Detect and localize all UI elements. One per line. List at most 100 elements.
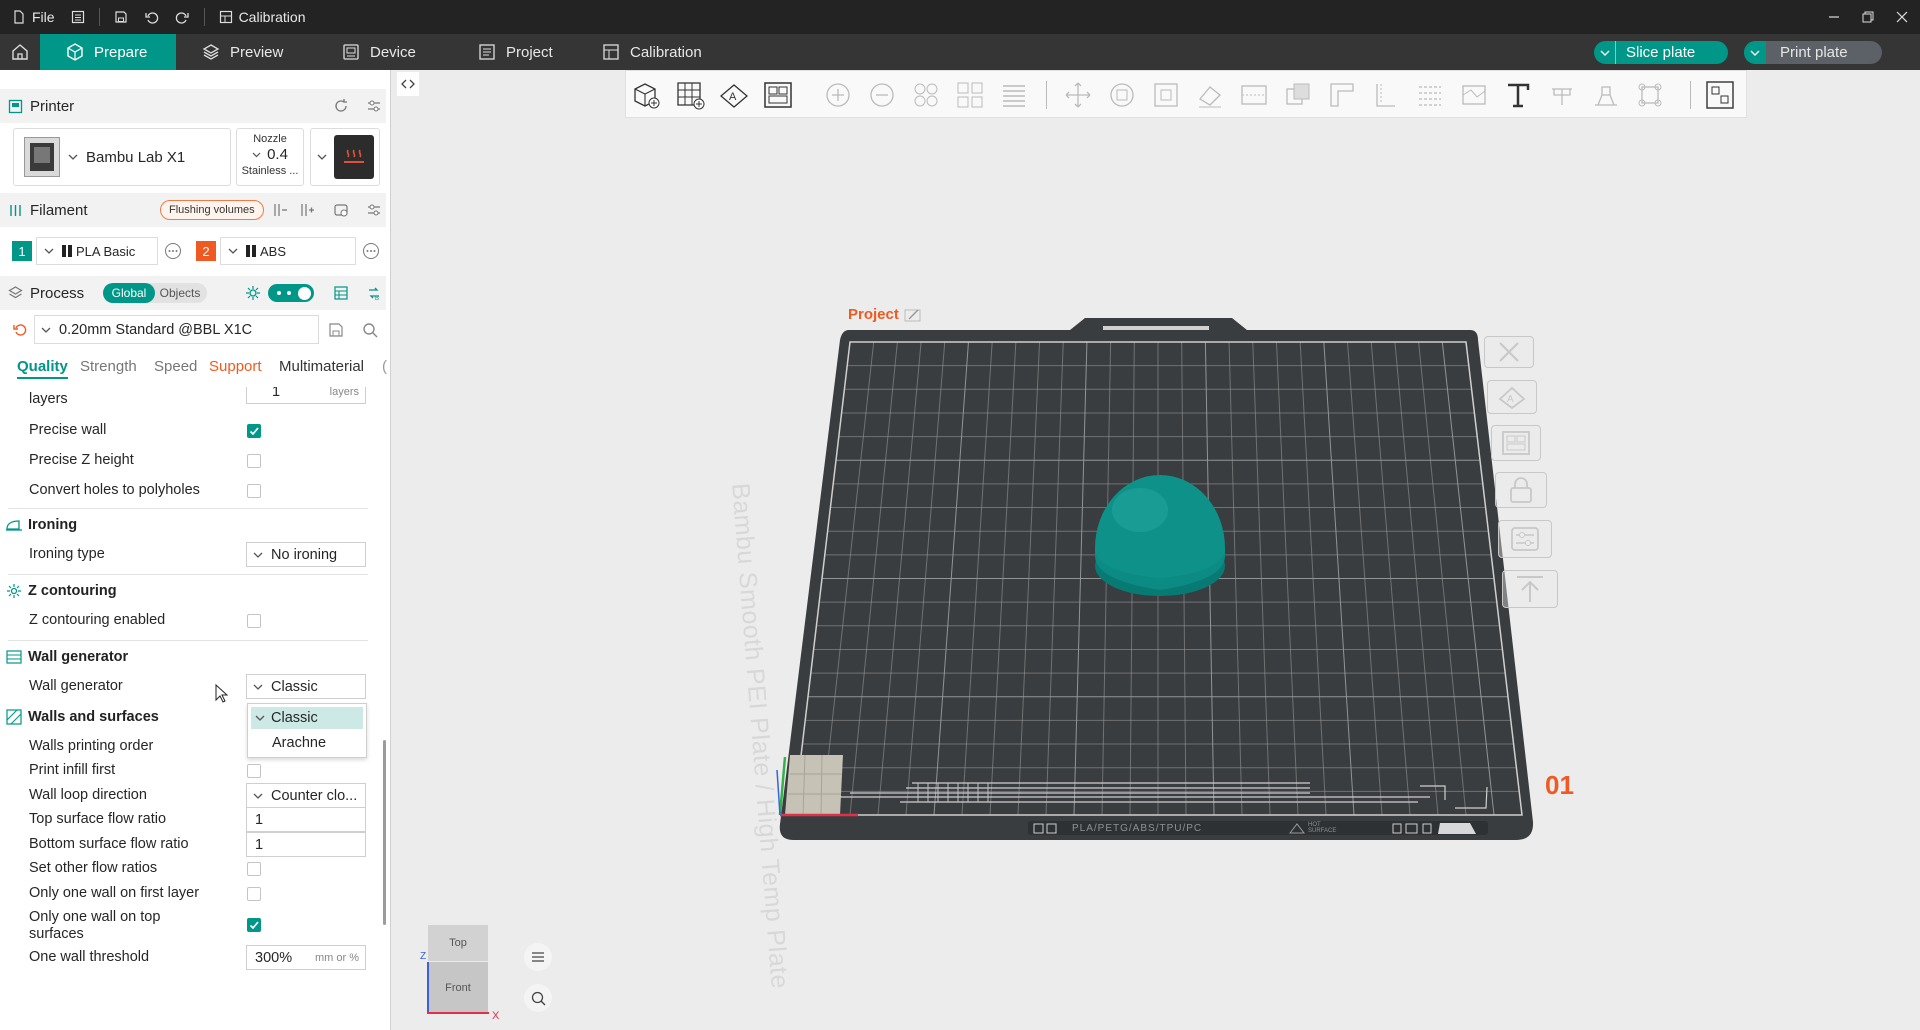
zoom-search-icon[interactable] [524,984,552,1012]
bottom-flow-input[interactable]: 1 [246,832,366,857]
tab-multimaterial[interactable]: Multimaterial [279,358,364,375]
move-icon[interactable] [1061,79,1095,111]
split-parts-icon[interactable] [953,79,987,111]
nozzle-select[interactable]: Nozzle 0.4 Stainless ... [236,128,304,186]
tab-preview[interactable]: Preview [186,34,299,70]
dropdown-option-classic[interactable]: Classic [251,707,363,729]
tab-prepare[interactable]: Prepare [40,34,176,70]
wall-loop-direction-select[interactable]: Counter clo... [246,783,366,808]
filament-sync-icon[interactable] [333,202,349,218]
more-options-icon[interactable] [362,242,380,260]
remove-instance-icon[interactable] [865,79,899,111]
printer-select[interactable]: Bambu Lab X1 [13,128,231,186]
undo-icon[interactable] [136,0,167,34]
home-icon[interactable] [0,34,40,70]
tab-support[interactable]: Support [209,358,262,375]
search-icon[interactable] [362,322,378,338]
redo-icon[interactable] [167,0,198,34]
add-filament-icon[interactable] [299,202,315,218]
filament-slot-1[interactable]: 1 PLA Basic [12,237,182,265]
viewport-3d[interactable]: Project Bambu Smooth PEI Plate / High Te… [391,118,1920,1030]
orient-plate-icon[interactable]: A [1487,380,1537,414]
assembly-icon[interactable] [1545,79,1579,111]
settings-sliders-icon[interactable] [366,202,382,218]
infill-first-checkbox[interactable] [247,764,261,778]
plate-settings-icon[interactable] [1498,520,1552,558]
edit-icon[interactable] [904,308,922,322]
slice-plate-button[interactable]: Slice plate [1594,41,1728,64]
reset-icon[interactable] [12,322,28,338]
cube-front-face[interactable]: Front [428,962,488,1013]
add-plate-icon[interactable] [673,79,707,111]
filament-slot-2[interactable]: 2 ABS [196,237,380,265]
advanced-toggle[interactable] [268,284,314,302]
other-flow-checkbox[interactable] [247,862,261,876]
one-wall-top-checkbox[interactable] [247,918,261,932]
calibration-menu[interactable]: Calibration [211,0,314,34]
tab-speed[interactable]: Speed [154,358,197,375]
split-objects-icon[interactable] [909,79,943,111]
fuzzy-skin-icon[interactable] [1413,79,1447,111]
lock-plate-icon[interactable] [1495,472,1547,508]
flushing-volumes-button[interactable]: Flushing volumes [160,200,264,220]
add-instance-icon[interactable] [821,79,855,111]
arrange-icon[interactable] [761,79,795,111]
view-cube[interactable]: Top Front Z X [420,925,499,1027]
variable-layer-icon[interactable] [997,79,1031,111]
add-object-icon[interactable] [629,79,663,111]
precise-z-checkbox[interactable] [247,454,261,468]
top-flow-input[interactable]: 1 [246,807,366,832]
split-view-icon[interactable] [1703,79,1737,111]
chevron-down-icon[interactable] [1594,41,1616,64]
plate-select[interactable] [310,128,380,186]
layers-input[interactable]: 1 layers [246,387,366,404]
precise-wall-checkbox[interactable] [247,424,261,438]
table-icon[interactable] [333,285,349,301]
support-paint-icon[interactable] [1325,79,1359,111]
global-option[interactable]: Global [103,283,155,303]
rotate-icon[interactable] [1105,79,1139,111]
project-label[interactable]: Project [848,306,922,323]
auto-orient-icon[interactable]: A [717,79,751,111]
tab-project[interactable]: Project [462,34,569,70]
one-wall-threshold-input[interactable]: 300% mm or % [246,945,366,970]
tab-quality[interactable]: Quality [17,358,68,379]
ironing-type-select[interactable]: No ironing [246,542,366,567]
save-icon[interactable] [106,0,136,34]
boolean-icon[interactable] [1281,79,1315,111]
remove-filament-icon[interactable] [272,202,288,218]
compare-icon[interactable] [245,285,261,301]
swap-icon[interactable]: B [366,285,382,301]
tab-overflow[interactable]: ( [382,358,387,375]
zcontour-enabled-checkbox[interactable] [247,614,261,628]
view-menu-icon[interactable] [524,943,552,971]
one-wall-first-checkbox[interactable] [247,887,261,901]
menu-icon[interactable] [63,0,93,34]
sync-icon[interactable] [333,98,349,114]
file-menu[interactable]: File [0,0,63,34]
tab-strength[interactable]: Strength [80,358,137,375]
cut-icon[interactable] [1237,79,1271,111]
tab-calibration[interactable]: Calibration [586,34,718,70]
process-preset-select[interactable]: 0.20mm Standard @BBL X1C [34,315,319,344]
text-tool-icon[interactable] [1501,79,1535,111]
lay-on-face-icon[interactable] [1193,79,1227,111]
wall-generator-select[interactable]: Classic [246,674,366,699]
collapse-sidebar-icon[interactable] [397,72,419,96]
arrange-plate-icon[interactable] [1491,425,1541,461]
scale-icon[interactable] [1149,79,1183,111]
objects-option[interactable]: Objects [155,286,205,300]
more-options-icon[interactable] [164,242,182,260]
brim-ears-icon[interactable] [1633,79,1667,111]
global-objects-toggle[interactable]: Global Objects [103,283,207,303]
sidebar-scrollbar[interactable] [383,740,386,925]
holes-polyholes-checkbox[interactable] [247,484,261,498]
cube-top-face[interactable]: Top [428,925,488,961]
measure-icon[interactable] [1457,79,1491,111]
close-icon[interactable] [1880,0,1920,34]
seam-paint-icon[interactable] [1369,79,1403,111]
chevron-down-icon[interactable] [1744,41,1766,64]
print-plate-button[interactable]: Print plate [1744,41,1882,64]
tab-device[interactable]: Device [326,34,432,70]
emboss-icon[interactable] [1589,79,1623,111]
